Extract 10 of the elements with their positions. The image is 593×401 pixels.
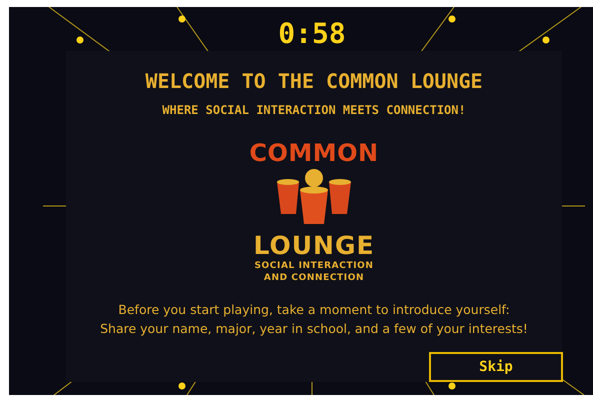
dialog-subtitle: WHERE SOCIAL INTERACTION MEETS CONNECTION!	[162, 102, 466, 118]
logo-text: LOUNGE	[253, 232, 375, 260]
skip-button[interactable]: Skip	[429, 352, 563, 382]
cups-icon	[275, 168, 353, 224]
logo-tagline: AND CONNECTION	[262, 272, 366, 284]
dialog-title: WELCOME TO THE COMMON LOUNGE	[145, 68, 483, 94]
instruction-text: Before you start playing, take a moment to introduce yourself:	[118, 301, 510, 319]
logo-tagline: SOCIAL INTERACTION	[254, 260, 374, 272]
instruction-text: Share your name, major, year in school, and a few of your interests!	[100, 320, 528, 338]
logo-text: COMMON	[249, 140, 379, 166]
